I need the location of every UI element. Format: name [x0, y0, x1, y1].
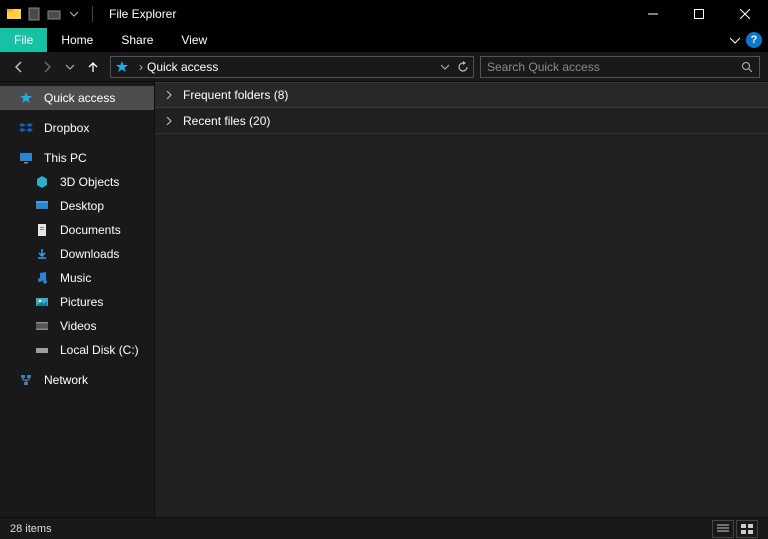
app-icon — [6, 6, 22, 22]
breadcrumb-quick-access[interactable]: Quick access — [147, 60, 218, 74]
nav-label: Documents — [60, 223, 121, 237]
download-icon — [34, 246, 50, 262]
nav-label: Pictures — [60, 295, 103, 309]
main-area: Quick access Dropbox This PC 3D Objects … — [0, 82, 768, 517]
document-icon — [34, 222, 50, 238]
ribbon-tab-home[interactable]: Home — [47, 28, 107, 52]
back-button[interactable] — [8, 56, 30, 78]
maximize-button[interactable] — [676, 0, 722, 28]
drive-icon — [34, 342, 50, 358]
address-bar[interactable]: › Quick access — [110, 56, 474, 78]
group-frequent-folders[interactable]: Frequent folders (8) — [155, 82, 768, 108]
nav-pictures[interactable]: Pictures — [0, 290, 154, 314]
search-input[interactable] — [487, 60, 741, 74]
nav-label: 3D Objects — [60, 175, 119, 189]
nav-label: Local Disk (C:) — [60, 343, 139, 357]
star-icon — [18, 90, 34, 106]
chevron-right-icon — [165, 117, 175, 125]
nav-music[interactable]: Music — [0, 266, 154, 290]
chevron-right-icon — [165, 91, 175, 99]
nav-label: Videos — [60, 319, 96, 333]
up-button[interactable] — [82, 56, 104, 78]
search-icon[interactable] — [741, 61, 753, 73]
nav-label: This PC — [44, 151, 87, 165]
nav-label: Music — [60, 271, 91, 285]
breadcrumb-sep-icon[interactable]: › — [139, 60, 143, 74]
qat-properties-icon[interactable] — [26, 6, 42, 22]
close-button[interactable] — [722, 0, 768, 28]
forward-button[interactable] — [36, 56, 58, 78]
help-icon[interactable]: ? — [746, 32, 762, 48]
ribbon-tab-view[interactable]: View — [167, 28, 221, 52]
titlebar: File Explorer — [0, 0, 768, 28]
nav-label: Network — [44, 373, 88, 387]
recent-locations-dropdown[interactable] — [64, 56, 76, 78]
quick-access-icon — [115, 60, 129, 74]
view-large-icons-button[interactable] — [736, 520, 758, 538]
nav-label: Quick access — [44, 91, 115, 105]
view-details-button[interactable] — [712, 520, 734, 538]
nav-local-disk[interactable]: Local Disk (C:) — [0, 338, 154, 362]
ribbon-tab-share[interactable]: Share — [107, 28, 167, 52]
pictures-icon — [34, 294, 50, 310]
group-label: Frequent folders (8) — [183, 88, 288, 102]
video-icon — [34, 318, 50, 334]
nav-desktop[interactable]: Desktop — [0, 194, 154, 218]
search-box[interactable] — [480, 56, 760, 78]
group-label: Recent files (20) — [183, 114, 270, 128]
nav-this-pc[interactable]: This PC — [0, 146, 154, 170]
qat-dropdown-icon[interactable] — [66, 6, 82, 22]
nav-network[interactable]: Network — [0, 368, 154, 392]
nav-documents[interactable]: Documents — [0, 218, 154, 242]
status-item-count: 28 items — [10, 523, 52, 535]
divider — [92, 6, 93, 22]
navigation-pane: Quick access Dropbox This PC 3D Objects … — [0, 82, 155, 517]
ribbon-expand-icon[interactable] — [730, 35, 740, 45]
minimize-button[interactable] — [630, 0, 676, 28]
address-toolbar: › Quick access — [0, 52, 768, 82]
nav-3d-objects[interactable]: 3D Objects — [0, 170, 154, 194]
music-icon — [34, 270, 50, 286]
nav-dropbox[interactable]: Dropbox — [0, 116, 154, 140]
nav-downloads[interactable]: Downloads — [0, 242, 154, 266]
dropbox-icon — [18, 120, 34, 136]
nav-videos[interactable]: Videos — [0, 314, 154, 338]
nav-label: Desktop — [60, 199, 104, 213]
ribbon-tab-file[interactable]: File — [0, 28, 47, 52]
ribbon: File Home Share View ? — [0, 28, 768, 52]
content-pane: Frequent folders (8) Recent files (20) — [155, 82, 768, 517]
nav-quick-access[interactable]: Quick access — [0, 86, 154, 110]
qat-newfolder-icon[interactable] — [46, 6, 62, 22]
desktop-icon — [34, 198, 50, 214]
monitor-icon — [18, 150, 34, 166]
window-title: File Explorer — [109, 7, 176, 21]
nav-label: Dropbox — [44, 121, 89, 135]
nav-label: Downloads — [60, 247, 119, 261]
group-recent-files[interactable]: Recent files (20) — [155, 108, 768, 134]
network-icon — [18, 372, 34, 388]
status-bar: 28 items — [0, 517, 768, 539]
address-dropdown-icon[interactable] — [441, 63, 449, 71]
cube-icon — [34, 174, 50, 190]
refresh-button[interactable] — [457, 61, 469, 73]
